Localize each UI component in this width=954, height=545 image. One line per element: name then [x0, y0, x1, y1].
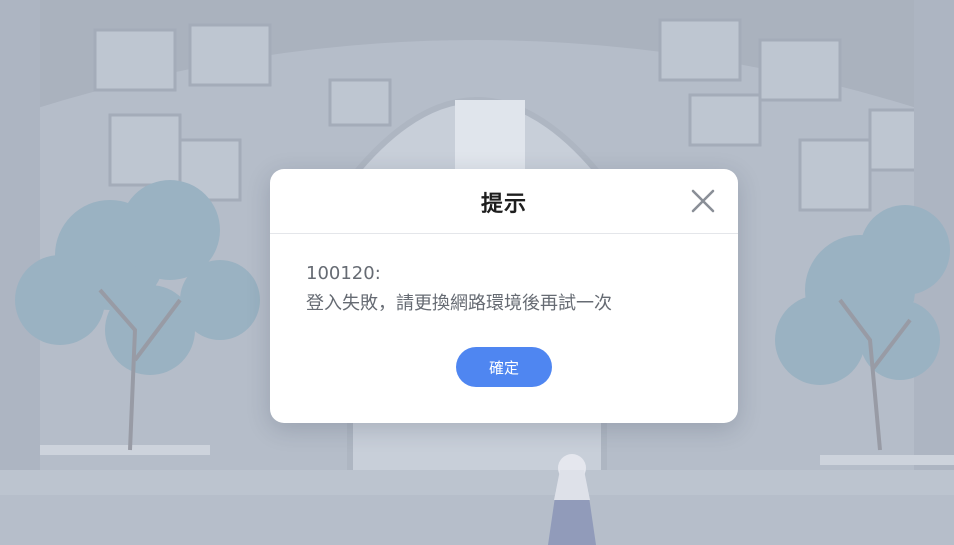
dialog-title: 提示 — [480, 192, 527, 217]
dialog-header: 提示 — [270, 169, 738, 234]
close-icon[interactable] — [690, 188, 716, 214]
error-message: 登入失敗，請更換網路環境後再試一次 — [306, 293, 612, 314]
dialog-message: 100120: 登入失敗，請更換網路環境後再試一次 — [306, 259, 708, 319]
error-code: 100120: — [306, 263, 381, 284]
confirm-button[interactable]: 確定 — [456, 347, 552, 387]
alert-dialog: 提示 100120: 登入失敗，請更換網路環境後再試一次 確定 — [270, 169, 738, 423]
